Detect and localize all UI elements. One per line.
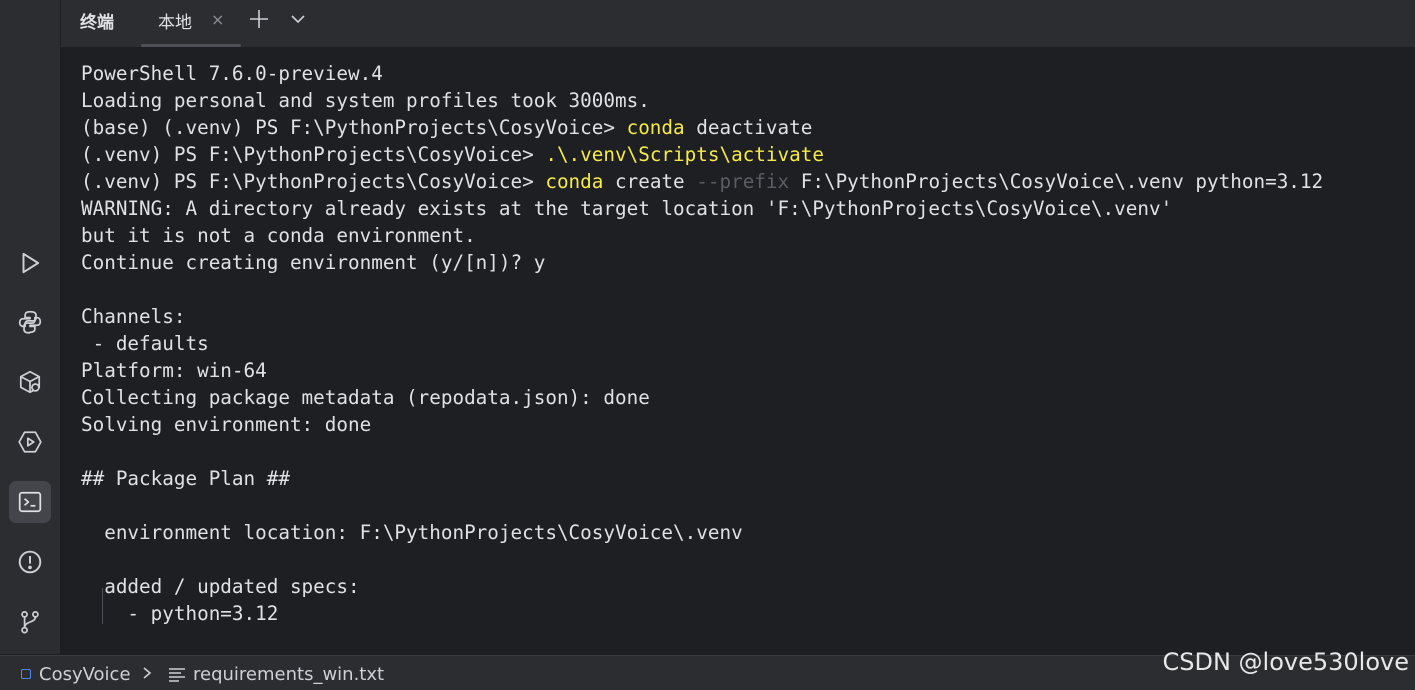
terminal-line: Loading personal and system profiles too…	[81, 87, 1323, 114]
terminal-text: deactivate	[684, 116, 813, 139]
terminal-tool-button[interactable]	[9, 481, 51, 523]
terminal-line: WARNING: A directory already exists at t…	[81, 195, 1323, 222]
tab-active-indicator	[141, 44, 241, 47]
python-packages-icon	[19, 370, 41, 394]
python-console-tool-button[interactable]	[9, 301, 51, 343]
terminal-text: F:\PythonProjects\CosyVoice\.venv python…	[789, 170, 1324, 193]
terminal-icon	[18, 491, 42, 513]
terminal-line: Channels:	[81, 303, 1323, 330]
terminal-line: added / updated specs:	[81, 573, 1323, 600]
run-icon	[22, 252, 40, 274]
terminal-text: environment location: F:\PythonProjects\…	[81, 521, 743, 544]
terminal-output[interactable]: PowerShell 7.6.0-preview.4 Loading person…	[61, 48, 1415, 654]
tab-dropdown-button[interactable]	[285, 6, 311, 32]
terminal-line: Continue creating environment (y/[n])? y	[81, 249, 1323, 276]
terminal-line: - python=3.12	[81, 600, 1323, 627]
terminal-text: - python=3.12	[81, 602, 279, 625]
command-keyword: conda	[626, 116, 685, 139]
terminal-text: added / updated specs:	[81, 575, 360, 598]
terminal-line: (base) (.venv) PS F:\PythonProjects\Cosy…	[81, 114, 1323, 141]
terminal-line: (.venv) PS F:\PythonProjects\CosyVoice> …	[81, 168, 1323, 195]
git-tool-button[interactable]	[9, 601, 51, 643]
terminal-text: Collecting package metadata (repodata.js…	[81, 386, 650, 409]
terminal-line: (.venv) PS F:\PythonProjects\CosyVoice> …	[81, 141, 1323, 168]
terminal-line: Solving environment: done	[81, 411, 1323, 438]
command-keyword: conda	[545, 170, 604, 193]
terminal-line: PowerShell 7.6.0-preview.4	[81, 60, 1323, 87]
terminal-text: Loading personal and system profiles too…	[81, 89, 650, 112]
command-keyword: .\.venv\Scripts\activate	[545, 143, 824, 166]
indent-guide	[102, 588, 103, 624]
terminal-text: - defaults	[81, 332, 209, 355]
command-flag: --prefix	[696, 170, 790, 193]
terminal-text: Continue creating environment (y/[n])? y	[81, 251, 546, 274]
tool-window-strip	[0, 0, 61, 654]
tab-label: 本地	[158, 13, 192, 33]
chevron-right-icon	[143, 667, 152, 679]
terminal-text: Solving environment: done	[81, 413, 372, 436]
terminal-line: ## Package Plan ##	[81, 465, 1323, 492]
services-tool-button[interactable]	[9, 421, 51, 463]
run-tool-button[interactable]	[9, 242, 51, 284]
watermark: CSDN @love530love	[1162, 648, 1409, 676]
tab-local[interactable]: 本地 ×	[141, 0, 241, 47]
problems-tool-button[interactable]	[9, 541, 51, 583]
python-packages-tool-button[interactable]	[9, 361, 51, 403]
panel-title: 终端	[80, 13, 114, 33]
terminal-line: Platform: win-64	[81, 357, 1323, 384]
breadcrumb-project[interactable]: CosyVoice	[39, 664, 131, 685]
services-icon	[18, 431, 42, 453]
terminal-text: (.venv) PS F:\PythonProjects\CosyVoice>	[81, 170, 546, 193]
terminal-text: create	[603, 170, 697, 193]
terminal-text: but it is not a conda environment.	[81, 224, 476, 247]
terminal-line: - defaults	[81, 330, 1323, 357]
terminal-text: PowerShell 7.6.0-preview.4	[81, 62, 383, 85]
breadcrumb-file[interactable]: requirements_win.txt	[193, 664, 384, 685]
git-icon	[21, 611, 39, 634]
terminal-line: environment location: F:\PythonProjects\…	[81, 519, 1323, 546]
python-console-icon	[18, 310, 42, 334]
new-tab-button[interactable]	[246, 6, 272, 32]
terminal-line: but it is not a conda environment.	[81, 222, 1323, 249]
chevron-down-icon	[291, 15, 305, 24]
terminal-lines: PowerShell 7.6.0-preview.4 Loading person…	[81, 60, 1323, 627]
plus-icon	[250, 10, 268, 28]
terminal-text: ## Package Plan ##	[81, 467, 290, 490]
text-file-icon	[169, 668, 185, 682]
terminal-text: (base) (.venv) PS F:\PythonProjects\Cosy…	[81, 116, 627, 139]
terminal-text: Channels:	[81, 305, 186, 328]
terminal-text: (.venv) PS F:\PythonProjects\CosyVoice>	[81, 143, 546, 166]
project-folder-icon	[21, 669, 31, 679]
terminal-text: Platform: win-64	[81, 359, 267, 382]
terminal-line: Collecting package metadata (repodata.js…	[81, 384, 1323, 411]
problems-icon	[18, 550, 42, 574]
terminal-text: WARNING: A directory already exists at t…	[81, 197, 1173, 220]
terminal-header: 终端 本地 ×	[61, 0, 1415, 48]
close-icon[interactable]: ×	[211, 10, 224, 29]
